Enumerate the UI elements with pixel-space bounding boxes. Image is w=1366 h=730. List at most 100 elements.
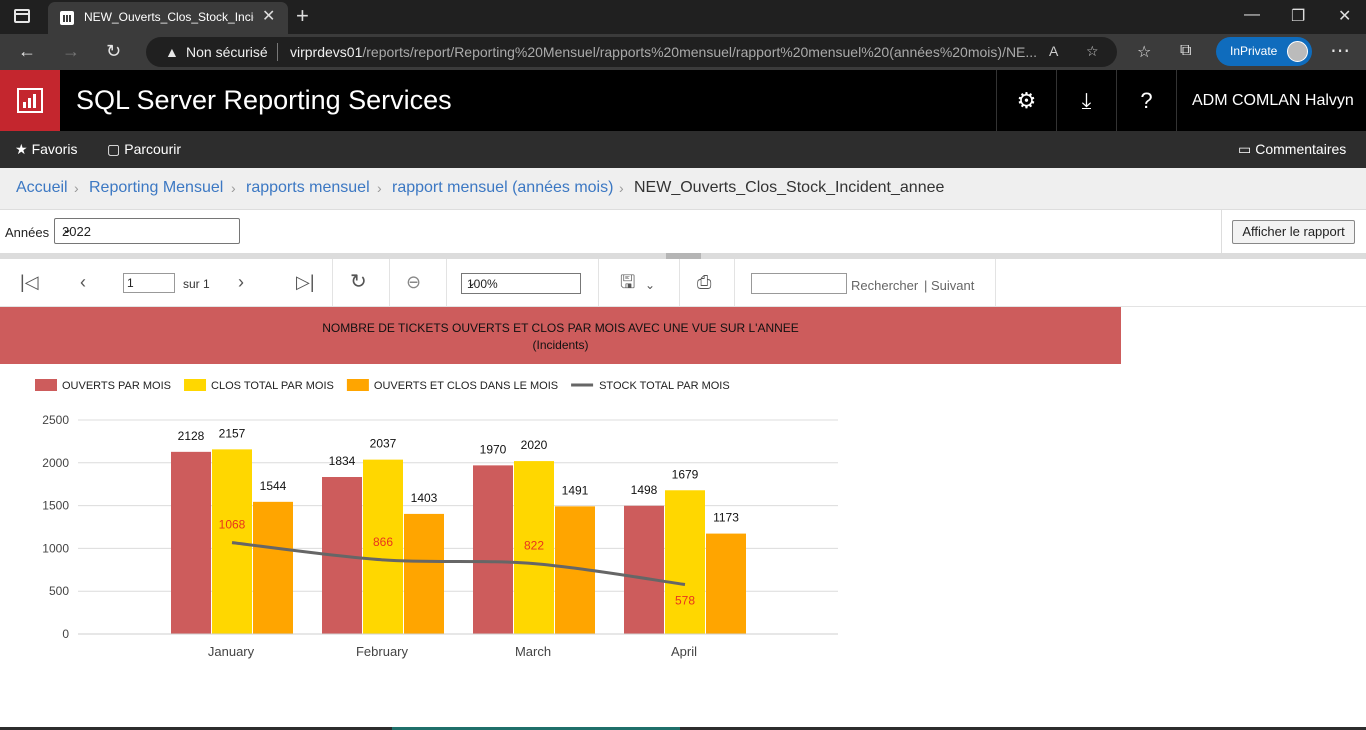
browse-link[interactable]: ▢ Parcourir (107, 141, 181, 158)
url-separator (277, 43, 278, 61)
breadcrumb-home[interactable]: Accueil (16, 179, 68, 197)
tab-actions-icon[interactable] (14, 9, 30, 23)
toolbar-separator (734, 259, 735, 307)
line-value-label: 822 (524, 539, 544, 553)
toolbar-separator (332, 259, 333, 307)
bar-value-label: 2128 (178, 429, 205, 443)
line-value-label: 578 (675, 594, 695, 608)
download-icon[interactable]: ⤓ (1056, 70, 1116, 131)
settings-gear-icon[interactable]: ⚙ (996, 70, 1056, 131)
restore-icon[interactable]: ❐ (1291, 6, 1305, 26)
y-tick-label: 1000 (42, 541, 69, 555)
zoom-select[interactable]: 100% ⌄ (461, 273, 581, 294)
bar-value-label: 1970 (480, 442, 507, 456)
browser-tab-bar: NEW_Ouverts_Clos_Stock_Incident_annee ✕ … (0, 0, 1366, 34)
breadcrumb-rapport-mensuel[interactable]: rapport mensuel (années mois) (392, 179, 613, 197)
tab-title: NEW_Ouverts_Clos_Stock_Incident_annee (84, 10, 254, 24)
save-export-icon[interactable]: 🖫 (620, 272, 635, 292)
years-label: Années (5, 225, 50, 240)
new-tab-icon[interactable]: + (296, 3, 309, 29)
x-tick-label: February (356, 644, 409, 659)
chevron-right-icon: › (377, 180, 382, 196)
bar-value-label: 1544 (260, 479, 287, 493)
favorites-label: Favoris (31, 141, 78, 157)
browser-tab[interactable]: NEW_Ouverts_Clos_Stock_Incident_annee ✕ (48, 2, 288, 34)
forward-icon[interactable]: → (62, 40, 80, 62)
bar (212, 449, 252, 634)
refresh-report-icon[interactable]: ↻ (350, 272, 367, 292)
bar-value-label: 2037 (370, 437, 397, 451)
minimize-icon[interactable]: — (1244, 6, 1260, 24)
find-input[interactable] (751, 273, 847, 294)
params-divider (1221, 210, 1222, 254)
legend-swatch (184, 379, 207, 391)
browse-icon: ▢ (107, 141, 121, 157)
y-tick-label: 1500 (42, 499, 69, 513)
bar (404, 513, 444, 634)
url-text[interactable]: virprdevs01/reports/report/Reporting%20M… (290, 44, 1036, 60)
more-options-icon[interactable]: ⋯ (1330, 38, 1350, 63)
url-host: virprdevs01 (290, 44, 363, 60)
previous-page-icon[interactable]: ‹ (80, 272, 86, 292)
legend-label: CLOS TOTAL PAR MOIS (211, 380, 334, 392)
next-page-icon[interactable]: › (238, 272, 244, 292)
security-status: Non sécurisé (186, 44, 268, 60)
ssrs-logo-icon[interactable] (0, 70, 60, 131)
find-link[interactable]: Rechercher (851, 278, 918, 293)
report-subtitle: (Incidents) (532, 338, 589, 352)
breadcrumb-reporting-mensuel[interactable]: Reporting Mensuel (89, 179, 223, 197)
inprivate-badge[interactable]: InPrivate (1216, 37, 1312, 66)
chevron-down-icon[interactable]: ⌄ (645, 275, 655, 295)
comments-link[interactable]: ▭ Commentaires (1238, 141, 1346, 158)
comments-icon: ▭ (1238, 141, 1252, 157)
app-title: SQL Server Reporting Services (76, 85, 452, 115)
ssrs-header: SQL Server Reporting Services ⚙ ⤓ ? ADM … (0, 70, 1366, 131)
profile-avatar-icon (1287, 41, 1308, 62)
legend-swatch (35, 379, 57, 391)
close-window-icon[interactable]: ✕ (1338, 6, 1351, 26)
y-tick-label: 500 (49, 584, 69, 598)
page-number-input[interactable]: 1 (123, 273, 175, 293)
tickets-chart: 0 500 1000 1500 2000 2500 OUVERTS PAR MOIS CLOS… (35, 379, 838, 659)
report-title-banner: NOMBRE DE TICKETS OUVERTS ET CLOS PAR MO… (0, 307, 1121, 364)
toolbar-separator (598, 259, 599, 307)
favorites-icon[interactable]: ☆ (1137, 42, 1151, 62)
chevron-right-icon: › (619, 180, 624, 196)
bar (473, 465, 513, 634)
bar (665, 490, 705, 634)
back-to-parent-icon[interactable]: ⊖ (406, 272, 421, 292)
x-tick-label: April (671, 644, 697, 659)
breadcrumb-current: NEW_Ouverts_Clos_Stock_Incident_annee (634, 179, 945, 196)
legend-label: STOCK TOTAL PAR MOIS (599, 380, 730, 392)
bar-value-label: 1173 (713, 511, 739, 525)
first-page-icon[interactable]: |◁ (20, 272, 39, 292)
add-favorite-icon[interactable]: ☆ (1086, 43, 1099, 60)
favorites-link[interactable]: ★ Favoris (15, 141, 77, 158)
find-next-link[interactable]: | Suivant (924, 278, 974, 293)
page-count: sur 1 (183, 277, 210, 291)
legend-label: OUVERTS PAR MOIS (62, 380, 171, 392)
last-page-icon[interactable]: ▷| (296, 272, 315, 292)
chevron-right-icon: › (231, 180, 236, 196)
years-select[interactable]: 2022 ⌄ (54, 218, 240, 244)
help-icon[interactable]: ? (1116, 70, 1176, 131)
line-value-label: 1068 (219, 518, 246, 532)
breadcrumb-rapports-mensuel[interactable]: rapports mensuel (246, 179, 370, 197)
print-icon[interactable]: ⎙ (697, 272, 711, 292)
bar-value-label: 2157 (219, 426, 246, 440)
line-value-label: 866 (373, 535, 393, 549)
view-report-button[interactable]: Afficher le rapport (1232, 220, 1355, 244)
bar-value-label: 1834 (329, 454, 356, 468)
collections-icon[interactable]: ⧉ (1180, 42, 1191, 60)
bar-value-label: 1403 (411, 491, 438, 505)
close-tab-icon[interactable]: ✕ (262, 8, 275, 26)
user-name[interactable]: ADM COMLAN Halvyn (1192, 92, 1354, 110)
toolbar-separator (679, 259, 680, 307)
refresh-icon[interactable]: ↻ (106, 40, 121, 62)
y-tick-label: 0 (62, 627, 69, 641)
browse-label: Parcourir (124, 141, 182, 157)
url-box[interactable]: ▲ Non sécurisé virprdevs01/reports/repor… (146, 37, 1117, 67)
back-icon[interactable]: ← (18, 40, 36, 62)
chevron-down-icon: ⌄ (467, 277, 477, 289)
read-aloud-icon[interactable]: A (1049, 43, 1058, 59)
